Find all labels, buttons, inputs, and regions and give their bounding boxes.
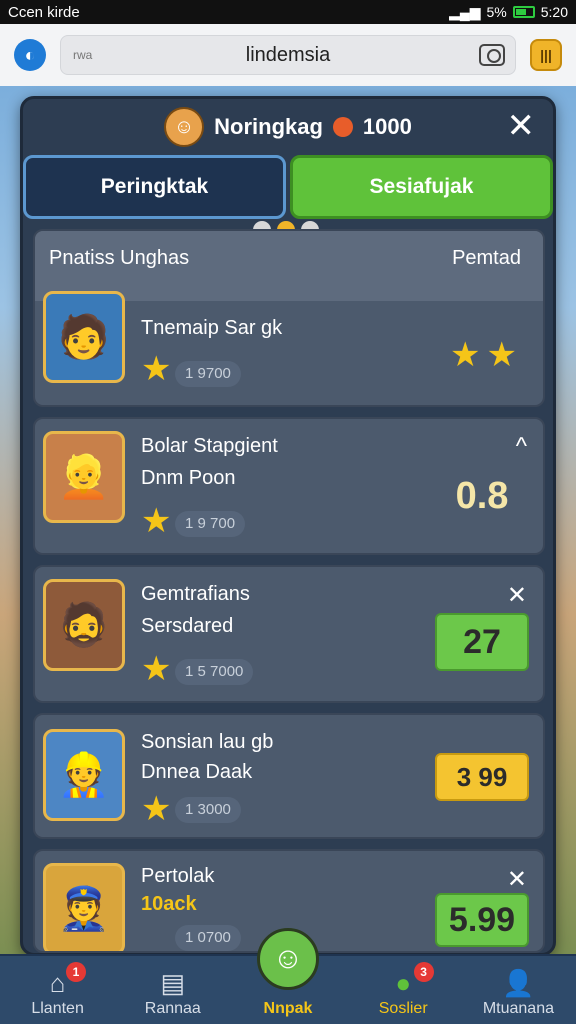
close-button[interactable]: ✕: [507, 109, 536, 143]
list-header-left: Pnatiss Unghas: [49, 247, 190, 269]
signal-icon: ▂▄▆: [449, 3, 481, 20]
player-name: Bolar Stapgient: [141, 435, 278, 457]
list-item[interactable]: 👱 Bolar Stapgient Dnm Poon ★ 1 9 700 ^ 0…: [33, 417, 545, 555]
home-icon: ⌂: [49, 968, 66, 998]
menu-icon: |||: [540, 47, 552, 63]
document-icon: ▤: [160, 968, 186, 998]
leaderboard-panel: ☺ Noringkag 1000 ✕ Peringktak Sesiafujak…: [20, 96, 556, 956]
tab-rankings[interactable]: Peringktak: [23, 155, 286, 219]
notification-badge: 1: [66, 962, 86, 982]
nav-label: Llanten: [31, 1000, 84, 1017]
player-avatar-icon: ☺: [257, 928, 319, 990]
tab-special-label: Sesiafujak: [369, 175, 474, 198]
player-score: 3 99: [435, 753, 529, 801]
panel-title: Noringkag: [214, 114, 323, 139]
bottom-nav: ⌂ 1 Llanten ▤ Rannaa ☺ Nnpak ● 3 Soslier…: [0, 928, 576, 1024]
player-points: 1 9700: [175, 361, 241, 387]
player-team: Dnnea Daak: [141, 761, 253, 783]
nav-item-home[interactable]: ⌂ 1 Llanten: [0, 956, 115, 1024]
close-icon[interactable]: ✕: [507, 581, 527, 610]
coin-icon: [332, 117, 353, 137]
player-team: Dnm Poon: [141, 467, 236, 489]
battery-percent: 5%: [486, 4, 507, 20]
player-name: Sonsian lau gb: [141, 731, 274, 753]
nav-label: Mtuanana: [482, 1000, 554, 1017]
nav-item-profile[interactable]: ☺ Nnpak: [230, 928, 345, 1024]
player-name: Gemtrafians: [141, 583, 250, 605]
mascot-avatar-icon: ☺: [164, 107, 205, 147]
status-time: 5:20: [540, 4, 568, 20]
list-header-right: Pemtad: [452, 247, 521, 269]
menu-button[interactable]: |||: [530, 39, 562, 71]
status-left-text: Ccen kirde: [8, 3, 80, 21]
player-points: 1 5 7000: [175, 659, 254, 685]
tab-rankings-label: Peringktak: [100, 175, 209, 198]
nav-item-list[interactable]: ▤ Rannaa: [115, 956, 230, 1024]
nav-label: Rannaa: [144, 1000, 201, 1017]
camera-icon[interactable]: [479, 44, 505, 66]
player-avatar: 👷: [43, 729, 125, 821]
star-icon: ★: [141, 650, 172, 688]
player-name: Tnemaip Sar gk: [141, 317, 283, 339]
player-avatar: 🧔: [43, 579, 125, 671]
chat-icon: ●: [395, 968, 412, 998]
battery-icon: [512, 6, 535, 18]
browser-logo-icon[interactable]: ◐: [14, 39, 46, 71]
player-score: 5.99: [435, 893, 529, 947]
player-avatar: 👮: [43, 863, 125, 951]
nav-item-account[interactable]: 👤 Mtuanana: [461, 956, 576, 1024]
url-field[interactable]: rwa lindemsia: [60, 35, 516, 75]
player-name: Pertolak: [141, 865, 215, 887]
close-icon[interactable]: ✕: [507, 865, 527, 894]
rating-stars: ★★: [450, 336, 523, 374]
notification-badge: 3: [413, 962, 434, 982]
star-icon: ★: [141, 350, 172, 388]
player-points: 1 0700: [175, 925, 241, 951]
player-score: 0.8: [455, 474, 509, 517]
list-item[interactable]: 👷 Sonsian lau gb Dnnea Daak ★ 1 3000 3 9…: [33, 713, 545, 839]
player-avatar: 👱: [43, 431, 125, 523]
chevron-up-icon[interactable]: ^: [516, 433, 527, 461]
player-score: 27: [435, 613, 529, 671]
user-icon: 👤: [502, 968, 535, 998]
player-team: Sersdared: [141, 615, 234, 637]
star-icon: ★: [141, 502, 172, 540]
player-points: 1 3000: [175, 797, 241, 823]
star-icon: ★: [141, 790, 172, 828]
nav-label: Soslier: [378, 1000, 428, 1017]
player-avatar: 🧑: [43, 291, 125, 383]
list-item[interactable]: Pnatiss Unghas Pemtad 🧑 Tnemaip Sar gk ★…: [33, 229, 545, 407]
nav-label: Nnpak: [263, 1000, 313, 1017]
player-points: 1 9 700: [175, 511, 246, 537]
tab-bar: Peringktak Sesiafujak: [23, 155, 553, 219]
player-team: 10ack: [141, 893, 197, 915]
nav-item-social[interactable]: ● 3 Soslier: [346, 956, 461, 1024]
status-bar: Ccen kirde ▂▄▆ 5% 5:20: [0, 0, 576, 24]
panel-header: ☺ Noringkag 1000 ✕: [23, 99, 553, 155]
status-right: ▂▄▆ 5% 5:20: [449, 4, 568, 21]
url-text: lindemsia: [245, 43, 331, 66]
tab-special[interactable]: Sesiafujak: [290, 155, 553, 219]
browser-bar: ◐ rwa lindemsia |||: [0, 24, 576, 86]
panel-coins: 1000: [362, 114, 412, 139]
list-item[interactable]: 🧔 Gemtrafians Sersdared ★ 1 5 7000 ✕ 27: [33, 565, 545, 703]
